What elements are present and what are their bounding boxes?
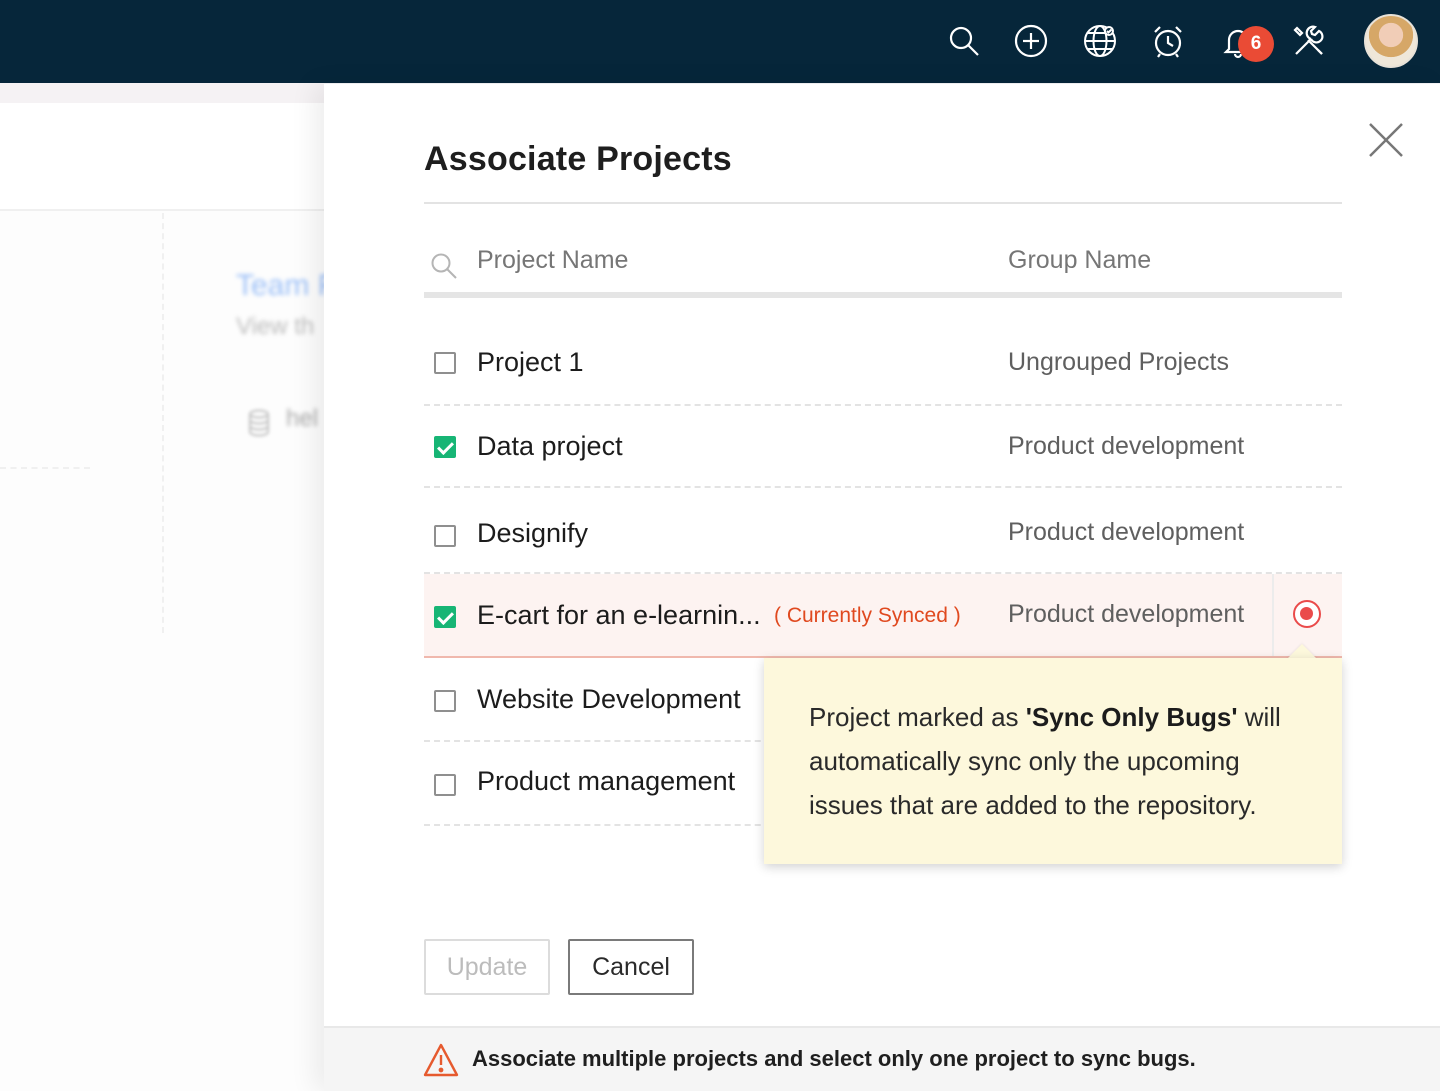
alarm-clock-icon[interactable] <box>1149 22 1187 60</box>
tools-icon[interactable] <box>1290 22 1328 60</box>
background-strip <box>0 83 324 103</box>
title-divider <box>424 202 1342 204</box>
project-row-synced[interactable]: E-cart for an e-learnin... ( Currently S… <box>424 574 1342 658</box>
background-divider <box>162 213 164 633</box>
group-name: Product development <box>1008 600 1245 628</box>
project-name: Product management <box>477 766 736 796</box>
project-checkbox[interactable] <box>434 436 456 458</box>
notification-count-badge: 6 <box>1238 26 1274 62</box>
drawer-title: Associate Projects <box>424 140 732 178</box>
project-row[interactable]: Project 1 Ungrouped Projects <box>424 322 1342 406</box>
database-icon <box>249 409 269 437</box>
sync-column-divider <box>1272 574 1274 656</box>
project-checkbox[interactable] <box>434 525 456 547</box>
sync-only-bugs-tooltip: Project marked as 'Sync Only Bugs' will … <box>764 658 1342 864</box>
background-item: hel <box>286 405 319 432</box>
footer-warning-text: Associate multiple projects and select o… <box>472 1046 1196 1071</box>
search-icon[interactable] <box>430 252 458 280</box>
project-checkbox[interactable] <box>434 774 456 796</box>
close-icon[interactable] <box>1364 118 1408 162</box>
project-name-column-header[interactable]: Project Name <box>477 246 628 275</box>
project-name: Project 1 <box>477 347 584 377</box>
background-title: Team F <box>236 269 324 302</box>
warning-icon <box>423 1043 459 1077</box>
top-navigation-bar: 6 <box>0 0 1440 83</box>
project-name: E-cart for an e-learnin... <box>477 600 761 630</box>
tooltip-highlight: 'Sync Only Bugs' <box>1025 702 1238 732</box>
project-name: Data project <box>477 431 623 461</box>
project-name: Designify <box>477 518 589 548</box>
footer-warning-bar: Associate multiple projects and select o… <box>324 1026 1440 1091</box>
project-checkbox[interactable] <box>434 606 456 628</box>
project-checkbox[interactable] <box>434 352 456 374</box>
project-row[interactable]: Data project Product development <box>424 406 1342 488</box>
add-icon[interactable] <box>1012 22 1050 60</box>
group-name: Product development <box>1008 432 1245 460</box>
cancel-button[interactable]: Cancel <box>568 939 694 995</box>
background-page: Team F View th hel <box>0 83 324 1091</box>
background-divider <box>0 467 90 469</box>
background-subtitle: View th <box>236 313 315 340</box>
background-header-band <box>0 103 324 211</box>
project-row[interactable]: Designify Product development <box>424 488 1342 574</box>
header-divider <box>424 292 1342 298</box>
user-avatar[interactable] <box>1364 14 1418 68</box>
search-icon[interactable] <box>945 22 983 60</box>
group-name: Ungrouped Projects <box>1008 348 1229 376</box>
tooltip-text: Project marked as <box>809 702 1026 732</box>
sync-only-bugs-radio[interactable] <box>1293 600 1321 628</box>
group-name-column-header: Group Name <box>1008 246 1152 274</box>
update-button[interactable]: Update <box>424 939 550 995</box>
currently-synced-label: ( Currently Synced ) <box>774 604 961 627</box>
project-name: Website Development <box>477 684 741 714</box>
globe-icon[interactable] <box>1081 22 1119 60</box>
group-name: Product development <box>1008 518 1245 546</box>
project-checkbox[interactable] <box>434 690 456 712</box>
associate-projects-drawer: Associate Projects Project Name Group Na… <box>324 84 1440 1091</box>
